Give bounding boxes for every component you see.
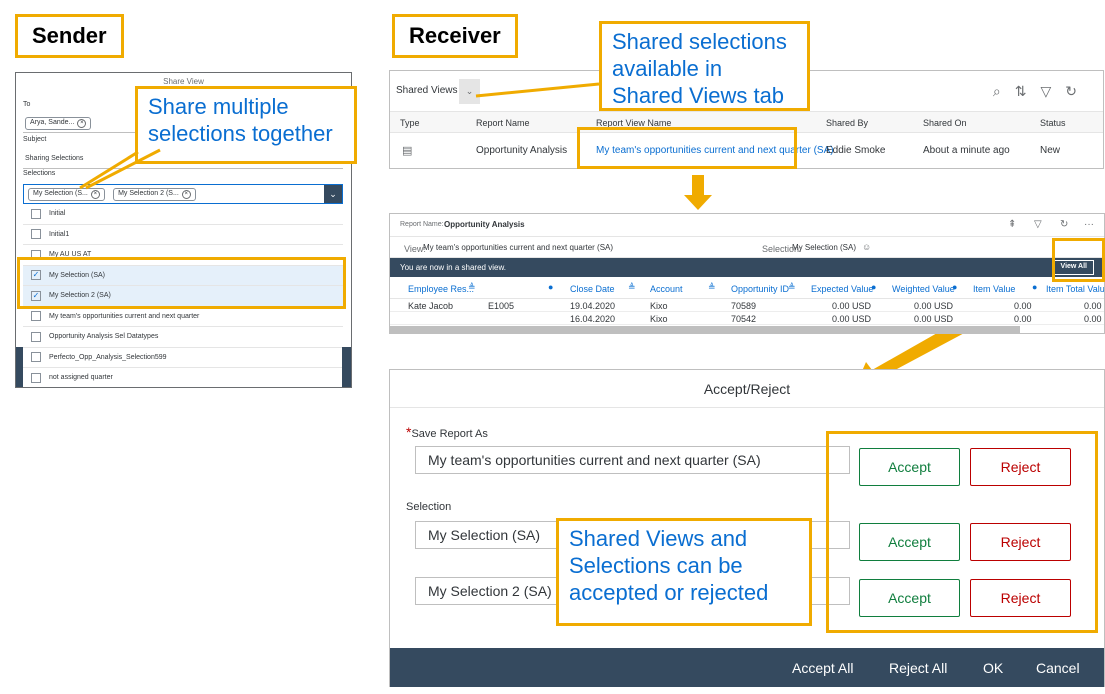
employee-id: E1005 <box>488 301 515 311</box>
sort-icon[interactable]: ≜ <box>628 282 636 293</box>
view-all-highlight <box>1052 238 1105 282</box>
dialog-footer: Accept All Reject All OK Cancel <box>390 648 1104 687</box>
dot-icon: ● <box>1032 282 1038 292</box>
horizontal-scrollbar[interactable] <box>390 326 1020 333</box>
col-item-value[interactable]: Item Value <box>973 284 1015 294</box>
dot-icon: ● <box>871 282 877 292</box>
label-text: Save Report As <box>411 428 488 440</box>
item-value: 0.00 <box>1014 301 1032 311</box>
reject-all-button[interactable]: Reject All <box>889 660 947 676</box>
table-row[interactable]: Kate Jacob E1005 19.04.2020 Kixo 70589 0… <box>390 299 1104 312</box>
dot-icon: ● <box>548 282 554 292</box>
refresh-icon[interactable]: ↻ <box>1060 219 1068 230</box>
ok-button[interactable]: OK <box>983 660 1003 676</box>
expected-value: 0.00 USD <box>832 301 872 311</box>
table-header: Employee Res... ≜ ● Close Date ≜ Account… <box>390 277 1104 299</box>
sort-icon[interactable]: ≜ <box>468 282 476 293</box>
account: Kixo <box>650 314 668 324</box>
opportunity-id: 70589 <box>731 301 757 311</box>
callout-text: Shared Views and Selections can be accep… <box>569 526 769 605</box>
col-employee[interactable]: Employee Res... <box>408 284 474 294</box>
report-name: Opportunity Analysis <box>444 220 525 229</box>
report-header: Report Name: Opportunity Analysis ⇞ ▽ ↻ … <box>390 214 1104 236</box>
col-weighted-value[interactable]: Weighted Value <box>892 284 955 294</box>
col-opportunity-id[interactable]: Opportunity ID <box>731 284 789 294</box>
item-value: 0.00 <box>1014 314 1032 324</box>
sort-icon[interactable]: ≜ <box>708 282 716 293</box>
pin-icon[interactable]: ⇞ <box>1008 219 1016 230</box>
filter-icon[interactable]: ▽ <box>1034 219 1042 230</box>
accept-all-button[interactable]: Accept All <box>792 660 853 676</box>
banner-text: You are now in a shared view. <box>400 263 506 272</box>
opportunity-analysis-panel: Report Name: Opportunity Analysis ⇞ ▽ ↻ … <box>389 213 1105 334</box>
selection-name[interactable]: My Selection (SA) <box>792 243 856 252</box>
buttons-highlight <box>826 431 1098 633</box>
close-date: 16.04.2020 <box>570 314 616 324</box>
save-report-input[interactable]: My team's opportunities current and next… <box>415 446 850 474</box>
weighted-value: 0.00 USD <box>914 314 954 324</box>
account: Kixo <box>650 301 668 311</box>
item-total-value: 0.00 <box>1084 301 1102 311</box>
dot-icon: ● <box>952 282 958 292</box>
selection-label: Selection <box>406 501 452 513</box>
item-total-value: 0.00 <box>1084 314 1102 324</box>
opportunity-id: 70542 <box>731 314 757 324</box>
col-item-total-value[interactable]: Item Total Value <box>1046 284 1104 294</box>
cancel-button[interactable]: Cancel <box>1036 660 1080 676</box>
table-row[interactable]: 16.04.2020 Kixo 70542 0.00 USD 0.00 USD … <box>390 312 1104 325</box>
col-expected-value[interactable]: Expected Value <box>811 284 873 294</box>
report-name-label: Report Name: <box>400 221 444 228</box>
sort-icon[interactable]: ≜ <box>788 282 796 293</box>
expected-value: 0.00 USD <box>832 314 872 324</box>
view-row: View: My team's opportunities current an… <box>390 236 1104 258</box>
dialog-title: Accept/Reject <box>390 370 1104 408</box>
weighted-value: 0.00 USD <box>914 301 954 311</box>
save-report-label: *Save Report As <box>406 424 488 440</box>
employee: Kate Jacob <box>408 301 454 311</box>
col-close-date[interactable]: Close Date <box>570 284 615 294</box>
callout-accept-reject: Shared Views and Selections can be accep… <box>556 518 812 626</box>
col-account[interactable]: Account <box>650 284 683 294</box>
shared-view-banner: You are now in a shared view. View All <box>390 258 1104 277</box>
smiley-icon[interactable]: ☺ <box>862 242 871 252</box>
view-name[interactable]: My team's opportunities current and next… <box>423 243 613 252</box>
more-icon[interactable]: ··· <box>1084 219 1094 230</box>
close-date: 19.04.2020 <box>570 301 616 311</box>
